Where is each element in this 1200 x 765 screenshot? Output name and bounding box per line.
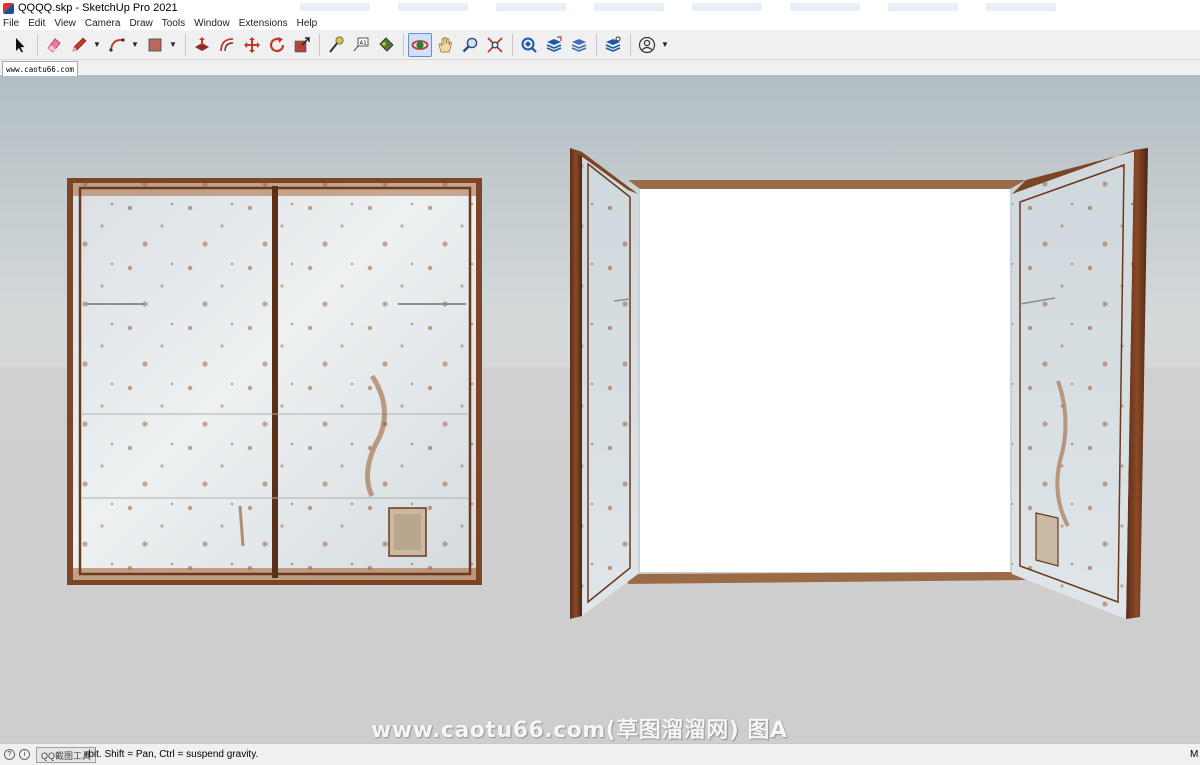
zoom-extents-icon: [487, 36, 503, 53]
zoom-icon: [462, 37, 478, 52]
zoom-tool-button[interactable]: [458, 33, 482, 57]
extension-warehouse-button[interactable]: [542, 33, 566, 57]
window-title: QQQQ.skp - SketchUp Pro 2021: [18, 2, 178, 14]
toolbar-separator: [37, 33, 38, 56]
pencil-line-icon: [72, 37, 87, 51]
menu-camera[interactable]: Camera: [85, 18, 121, 29]
orbit-icon: [411, 39, 429, 50]
select-arrow-icon: [16, 37, 25, 52]
menu-file[interactable]: File: [3, 18, 19, 29]
menu-tools[interactable]: Tools: [162, 18, 185, 29]
extension-warehouse-icon: [546, 35, 562, 52]
3d-viewport[interactable]: www.caotu66.com(草图溜溜网) 图A: [0, 76, 1200, 743]
arc-shape-icon: [109, 37, 125, 52]
main-toolbar: ▼ ▼ ▼ A1 ▼: [0, 30, 1200, 60]
account-icon: [638, 36, 656, 53]
3d-warehouse-button[interactable]: [517, 33, 541, 57]
toolbar-separator: [319, 33, 320, 56]
shape-tool-dropdown[interactable]: ▼: [168, 33, 178, 57]
line-tool-dropdown[interactable]: ▼: [92, 33, 102, 57]
menu-window[interactable]: Window: [194, 18, 230, 29]
send-to-layout-button[interactable]: [567, 33, 591, 57]
menu-help[interactable]: Help: [297, 18, 318, 29]
menu-edit[interactable]: Edit: [28, 18, 45, 29]
open-double-door-model[interactable]: [570, 148, 1148, 619]
push-pull-tool-button[interactable]: [190, 33, 214, 57]
move-icon: [244, 36, 260, 53]
text-label-icon: A1: [353, 37, 369, 51]
toolbar-separator: [512, 33, 513, 56]
line-tool-button[interactable]: [67, 33, 91, 57]
menu-draw[interactable]: Draw: [129, 18, 152, 29]
pan-hand-icon: [438, 36, 452, 52]
offset-tool-button[interactable]: [215, 33, 239, 57]
rotate-icon: [269, 36, 285, 52]
offset-icon: [220, 37, 234, 51]
orbit-tool-button[interactable]: [408, 32, 432, 57]
zoom-extents-tool-button[interactable]: [483, 33, 507, 57]
menu-view[interactable]: View: [54, 18, 76, 29]
eraser-tool-button[interactable]: [42, 33, 66, 57]
background-taskbar-strip: [300, 3, 1200, 13]
scene-tab[interactable]: www.caotu66.com: [2, 61, 78, 76]
tape-measure-tool-button[interactable]: [324, 33, 348, 57]
account-button[interactable]: [635, 33, 659, 57]
scale-tool-button[interactable]: [290, 33, 314, 57]
text-tool-button[interactable]: A1: [349, 33, 373, 57]
model-canvas: [67, 148, 1148, 619]
paint-bucket-icon: [379, 36, 394, 52]
status-bar: ? i QQ截图工具 rbit. Shift = Pan, Ctrl = sus…: [0, 743, 1200, 765]
closed-double-door-model[interactable]: [67, 178, 482, 585]
eraser-icon: [47, 37, 61, 53]
paint-bucket-tool-button[interactable]: [374, 33, 398, 57]
scene-tab-bar: www.caotu66.com: [0, 60, 1200, 76]
geo-location-icon[interactable]: i: [19, 749, 30, 760]
push-pull-icon: [195, 36, 209, 51]
toolbar-separator: [403, 33, 404, 56]
arc-tool-dropdown[interactable]: ▼: [130, 33, 140, 57]
scale-icon: [294, 36, 310, 52]
help-info-icon[interactable]: ?: [4, 749, 15, 760]
sketchup-app-icon: [3, 2, 14, 14]
layout-send-icon: [571, 38, 587, 52]
toolbar-separator: [185, 33, 186, 56]
menu-extensions[interactable]: Extensions: [239, 18, 288, 29]
rotate-tool-button[interactable]: [265, 33, 289, 57]
3d-warehouse-icon: [521, 37, 537, 53]
title-bar: QQQQ.skp - SketchUp Pro 2021: [0, 0, 1200, 16]
rectangle-shape-icon: [148, 38, 162, 51]
arc-tool-button[interactable]: [105, 33, 129, 57]
measurements-label: M: [1190, 749, 1199, 760]
status-hint-text: rbit. Shift = Pan, Ctrl = suspend gravit…: [85, 749, 259, 760]
site-watermark: www.caotu66.com(草图溜溜网) 图A: [371, 718, 788, 743]
menu-bar: File Edit View Camera Draw Tools Window …: [0, 16, 1200, 30]
extension-manager-icon: [605, 36, 621, 52]
select-tool-button[interactable]: [8, 33, 32, 57]
svg-text:A1: A1: [360, 40, 367, 46]
rectangle-tool-button[interactable]: [143, 33, 167, 57]
account-dropdown[interactable]: ▼: [660, 33, 670, 57]
move-tool-button[interactable]: [240, 33, 264, 57]
toolbar-separator: [630, 33, 631, 56]
extension-manager-button[interactable]: [601, 33, 625, 57]
pan-tool-button[interactable]: [433, 33, 457, 57]
tape-measure-icon: [329, 36, 344, 53]
toolbar-separator: [596, 33, 597, 56]
